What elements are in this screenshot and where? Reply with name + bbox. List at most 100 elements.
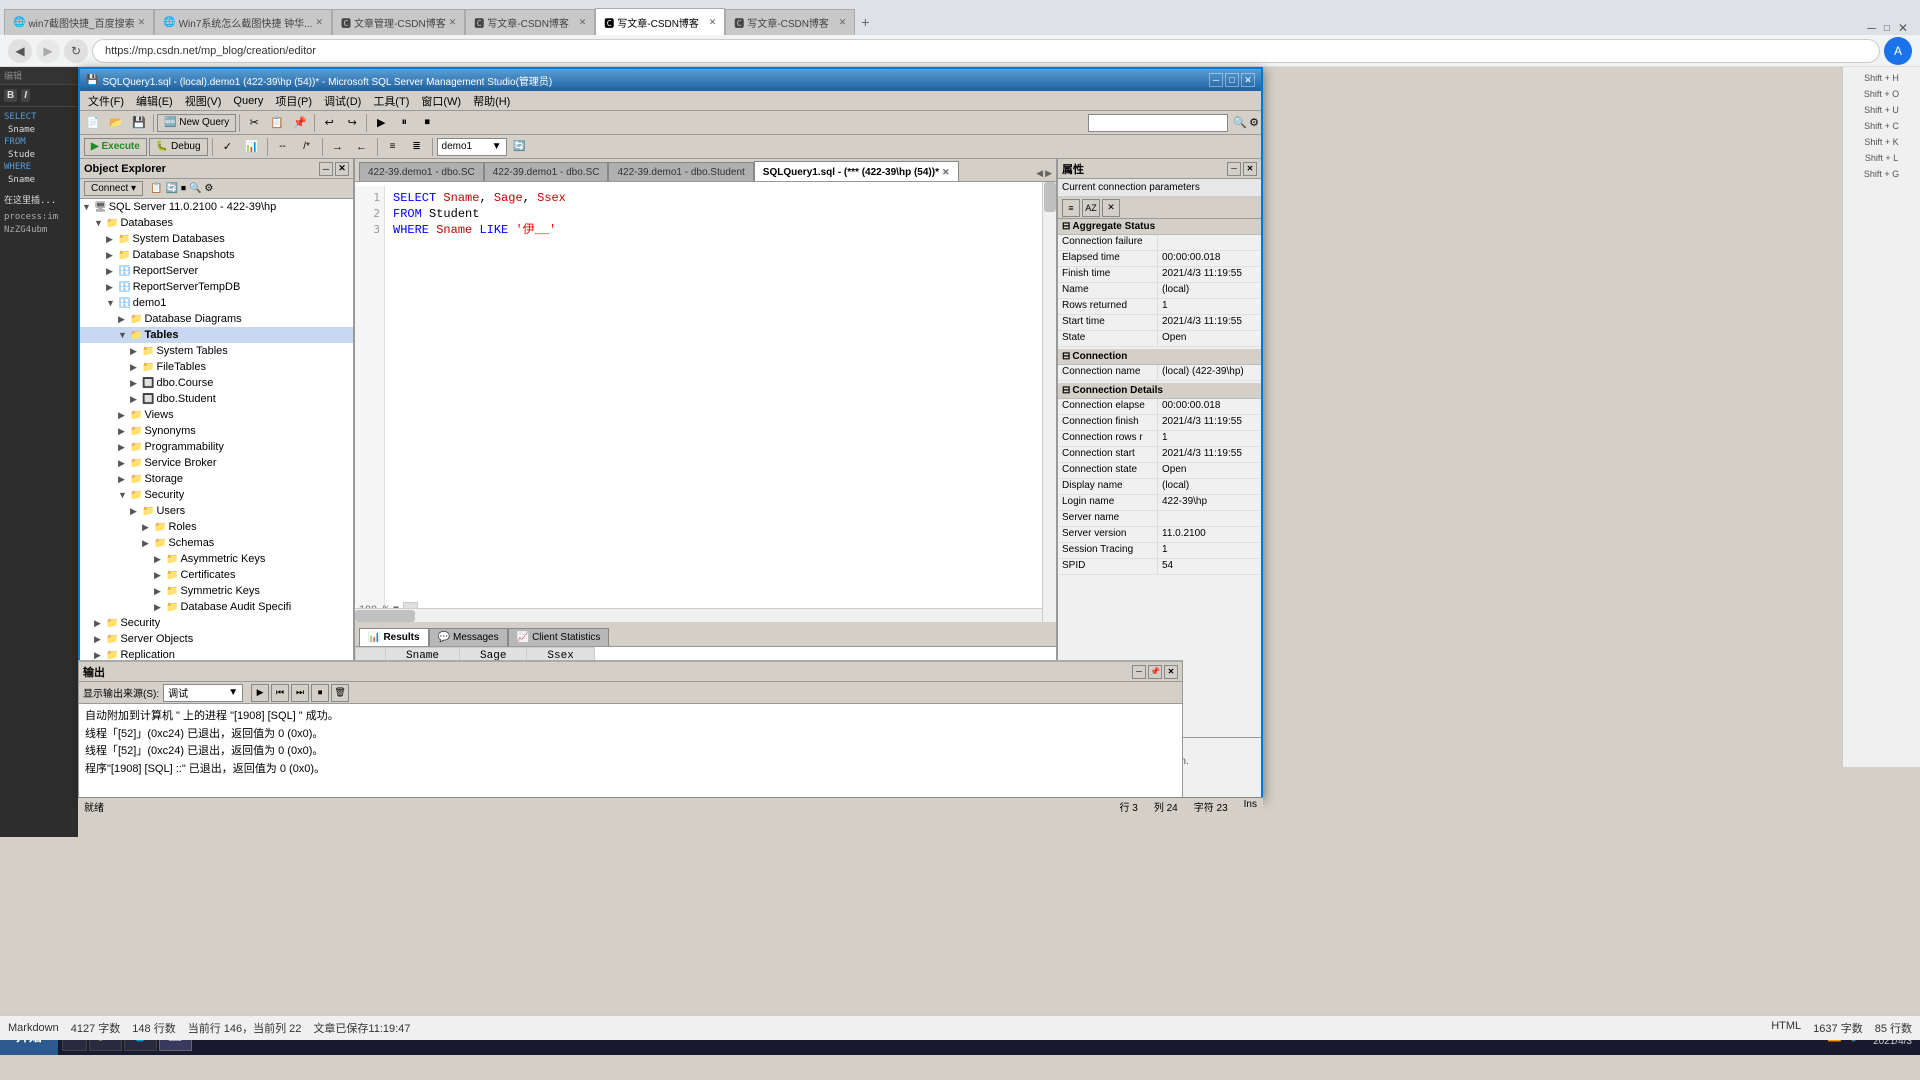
menu-tools[interactable]: 工具(T) [367, 91, 415, 111]
ssms-minimize[interactable]: ─ [1209, 73, 1223, 87]
results-tab-stats[interactable]: 📈 Client Statistics [508, 628, 610, 646]
tb-indent[interactable]: → [327, 137, 349, 157]
output-clear[interactable]: 🗑 [331, 684, 349, 702]
italic-button[interactable]: I [21, 89, 30, 102]
oe-node-servicebroker[interactable]: ▶ 📁 Service Broker [80, 455, 353, 471]
tab-3-close[interactable]: ✕ [449, 17, 457, 28]
output-btn4[interactable]: ⏹ [311, 684, 329, 702]
tab-6-close[interactable]: ✕ [839, 17, 847, 28]
query-tab-4-active[interactable]: SQLQuery1.sql - (*** (422-39\hp (54))* ✕ [754, 161, 959, 182]
props-close-btn[interactable]: ✕ [1102, 199, 1120, 217]
oe-icon5[interactable]: ⚙ [203, 182, 214, 195]
output-pin[interactable]: 📌 [1148, 665, 1162, 679]
oe-node-storage[interactable]: ▶ 📁 Storage [80, 471, 353, 487]
tb-more3[interactable]: ⏹ [416, 113, 438, 133]
tab-2-close[interactable]: ✕ [316, 17, 324, 28]
nav-back[interactable]: ◀ [8, 39, 32, 63]
tb-results-text[interactable]: ≣ [406, 137, 428, 157]
oe-node-tables[interactable]: ▼ 📁 Tables [80, 327, 353, 343]
browser-restore[interactable]: □ [1884, 23, 1890, 34]
oe-node-sysdb[interactable]: ▶ 📁 System Databases [80, 231, 353, 247]
menu-file[interactable]: 文件(F) [82, 91, 130, 111]
tab-nav-buttons[interactable]: ◀ ▶ [1036, 168, 1052, 181]
tb-undo[interactable]: ↩ [318, 113, 340, 133]
tb-new[interactable]: 📄 [82, 113, 104, 133]
new-tab-button[interactable]: + [855, 9, 875, 35]
ssms-restore[interactable]: □ [1225, 73, 1239, 87]
tb-cut[interactable]: ✂ [243, 113, 265, 133]
tb-open[interactable]: 📂 [105, 113, 127, 133]
execute-button[interactable]: ▶ Execute [84, 138, 147, 156]
oe-node-dbdiagrams[interactable]: ▶ 📁 Database Diagrams [80, 311, 353, 327]
editor-vscroll[interactable] [1042, 182, 1056, 622]
oe-node-views[interactable]: ▶ 📁 Views [80, 407, 353, 423]
tb-parse[interactable]: 📊 [241, 137, 263, 157]
output-source-dropdown[interactable]: 调试 ▼ [163, 684, 243, 702]
tb-unindent[interactable]: ← [351, 137, 373, 157]
props-section-aggregate[interactable]: ⊟ Aggregate Status [1058, 219, 1261, 235]
tb-redo[interactable]: ↪ [341, 113, 363, 133]
oe-node-security[interactable]: ▶ 📁 Security [80, 615, 353, 631]
editor-hscroll[interactable] [355, 608, 1042, 622]
oe-icon2[interactable]: 🔄 [165, 182, 179, 195]
props-sort-alpha[interactable]: AZ [1082, 199, 1100, 217]
query-editor[interactable]: 1 2 3 SELECT Sname, Sage, Ssex FROM Stud… [355, 182, 1056, 622]
browser-tab-1[interactable]: 🌐 win7截图快捷_百度搜索 ✕ [4, 9, 154, 35]
browser-minimize[interactable]: ─ [1867, 21, 1876, 35]
results-tab-results[interactable]: 📊 Results [359, 628, 429, 646]
oe-node-filetables[interactable]: ▶ 📁 FileTables [80, 359, 353, 375]
oe-node-symkeys[interactable]: ▶ 📁 Symmetric Keys [80, 583, 353, 599]
debug-button[interactable]: 🐛 Debug [149, 138, 208, 156]
oe-node-asymkeys[interactable]: ▶ 📁 Asymmetric Keys [80, 551, 353, 567]
props-section-connection[interactable]: ⊟ Connection [1058, 349, 1261, 365]
tb-search-icons[interactable]: 🔍 ⚙ [1233, 116, 1259, 129]
oe-icon3[interactable]: ⏹ [180, 182, 187, 195]
tb-new-query[interactable]: 🆕 New Query [157, 114, 236, 132]
connect-button[interactable]: Connect ▾ [84, 181, 143, 196]
output-btn3[interactable]: ⏭ [291, 684, 309, 702]
props-minimize[interactable]: ─ [1227, 162, 1241, 176]
oe-node-reportserver[interactable]: ▶ 🗄 ReportServer [80, 263, 353, 279]
output-minimize[interactable]: ─ [1132, 665, 1146, 679]
db-dropdown[interactable]: demo1 ▼ [437, 138, 507, 156]
oe-node-server[interactable]: ▼ 🖥 SQL Server 11.0.2100 - 422-39\hp [80, 199, 353, 215]
oe-node-dbsnap[interactable]: ▶ 📁 Database Snapshots [80, 247, 353, 263]
tb-results-grid[interactable]: ≡ [382, 137, 404, 157]
oe-icon4[interactable]: 🔍 [188, 182, 202, 195]
oe-node-systables[interactable]: ▶ 📁 System Tables [80, 343, 353, 359]
props-section-conndetails[interactable]: ⊟ Connection Details [1058, 383, 1261, 399]
oe-node-serverobjects[interactable]: ▶ 📁 Server Objects [80, 631, 353, 647]
tb-more2[interactable]: ⏸ [393, 113, 415, 133]
browser-tab-6[interactable]: 🅲 写文章-CSDN博客 ✕ [725, 9, 855, 35]
tb-search-box[interactable] [1088, 114, 1228, 132]
props-close[interactable]: ✕ [1243, 162, 1257, 176]
bold-button[interactable]: B [4, 89, 17, 102]
query-tab-3[interactable]: 422-39.demo1 - dbo.Student [608, 162, 753, 181]
output-btn2[interactable]: ⏮ [271, 684, 289, 702]
nav-refresh[interactable]: ↻ [64, 39, 88, 63]
tab-1-close[interactable]: ✕ [138, 17, 146, 28]
browser-user-icon[interactable]: A [1884, 37, 1912, 65]
output-close[interactable]: ✕ [1164, 665, 1178, 679]
browser-tab-5[interactable]: 🅲 写文章-CSDN博客 ✕ [595, 8, 725, 36]
oe-node-schemas[interactable]: ▶ 📁 Schemas [80, 535, 353, 551]
oe-node-users[interactable]: ▶ 📁 Users [80, 503, 353, 519]
props-sort-cat[interactable]: ≡ [1062, 199, 1080, 217]
tb-save[interactable]: 💾 [128, 113, 150, 133]
oe-node-synonyms[interactable]: ▶ 📁 Synonyms [80, 423, 353, 439]
tab-5-close[interactable]: ✕ [709, 17, 717, 28]
tb-more1[interactable]: ▶ [370, 113, 392, 133]
oe-node-dbaudit[interactable]: ▶ 📁 Database Audit Specifi [80, 599, 353, 615]
oe-node-roles[interactable]: ▶ 📁 Roles [80, 519, 353, 535]
oe-node-certs[interactable]: ▶ 📁 Certificates [80, 567, 353, 583]
oe-node-security-db[interactable]: ▼ 📁 Security [80, 487, 353, 503]
browser-tab-3[interactable]: 🅲 文章管理-CSDN博客 ✕ [332, 9, 465, 35]
tab-active-close[interactable]: ✕ [942, 167, 950, 178]
oe-node-student[interactable]: ▶ 🔲 dbo.Student [80, 391, 353, 407]
nav-forward[interactable]: ▶ [36, 39, 60, 63]
oe-icon1[interactable]: 📋 [149, 182, 163, 195]
oe-node-demo1[interactable]: ▼ 🗄 demo1 [80, 295, 353, 311]
query-tab-1[interactable]: 422-39.demo1 - dbo.SC [359, 162, 484, 181]
oe-panel-btn2[interactable]: ✕ [335, 162, 349, 176]
oe-node-programmability[interactable]: ▶ 📁 Programmability [80, 439, 353, 455]
